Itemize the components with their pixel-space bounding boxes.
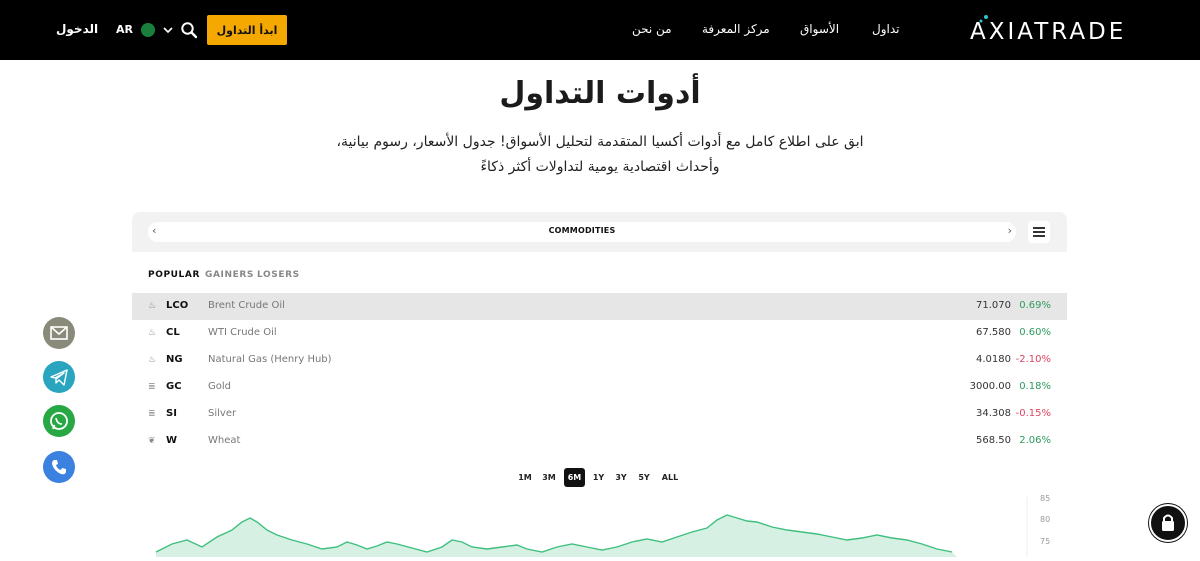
instrument-symbol: LCO xyxy=(166,300,189,311)
range-1m[interactable]: 1M xyxy=(516,468,534,487)
flame-icon: ♨ xyxy=(148,328,157,338)
table-row[interactable]: ♨ NG Natural Gas (Henry Hub) 4.0180 -2.10% xyxy=(132,347,1067,374)
instrument-change: -2.10% xyxy=(1015,354,1051,365)
flame-icon: ♨ xyxy=(148,301,157,311)
range-all[interactable]: ALL xyxy=(658,468,682,487)
logo-text: AXIATRADE xyxy=(970,19,1126,45)
y-tick-85: 85 xyxy=(1040,494,1051,503)
instrument-price: 3000.00 xyxy=(969,381,1011,392)
instrument-price: 67.580 xyxy=(976,327,1011,338)
price-area xyxy=(156,515,957,557)
table-row[interactable]: ♨ LCO Brent Crude Oil 71.070 0.69% xyxy=(132,293,1067,320)
page-subtitle: ابق على اطلاع كامل مع أدوات أكسيا المتقد… xyxy=(300,130,900,180)
instrument-symbol: SI xyxy=(166,408,177,419)
instrument-change: 0.18% xyxy=(1019,381,1051,392)
y-tick-80: 80 xyxy=(1040,515,1051,524)
instrument-name: Silver xyxy=(208,408,237,419)
price-chart-svg xyxy=(155,497,1028,557)
chevron-down-icon[interactable] xyxy=(163,25,173,35)
search-icon[interactable] xyxy=(180,21,198,39)
tab-popular[interactable]: POPULAR xyxy=(148,270,200,280)
nav-knowledge-center[interactable]: مركز المعرفة xyxy=(702,22,770,36)
table-row[interactable]: ♨ CL WTI Crude Oil 67.580 0.60% xyxy=(132,320,1067,347)
instrument-symbol: GC xyxy=(166,381,182,392)
instrument-symbol: NG xyxy=(166,354,183,365)
instrument-symbol: W xyxy=(166,435,178,446)
instrument-change: -0.15% xyxy=(1015,408,1051,419)
range-6m[interactable]: 6M xyxy=(564,468,585,487)
telegram-icon xyxy=(50,369,68,386)
instrument-change: 2.06% xyxy=(1019,435,1051,446)
y-tick-75: 75 xyxy=(1040,537,1051,546)
widget-header: ‹ COMMODITIES › xyxy=(132,212,1067,252)
page-title: أدوات التداول xyxy=(499,76,701,111)
tab-losers[interactable]: LOSERS xyxy=(257,270,300,280)
saudi-flag-icon[interactable] xyxy=(141,23,155,37)
nav-trade[interactable]: تداول xyxy=(872,22,900,36)
login-link[interactable]: الدخول xyxy=(56,22,98,36)
nav-about-us[interactable]: من نحن xyxy=(632,22,672,36)
bars-icon: ≣ xyxy=(148,382,156,392)
table-row[interactable]: ❦ W Wheat 568.50 2.06% xyxy=(132,428,1067,455)
range-1y[interactable]: 1Y xyxy=(591,468,606,487)
start-trading-button[interactable]: ابدأ التداول xyxy=(207,15,287,45)
phone-icon xyxy=(52,460,66,475)
range-5y[interactable]: 5Y xyxy=(636,468,652,487)
tab-gainers[interactable]: GAINERS xyxy=(205,270,254,280)
envelope-icon xyxy=(50,326,68,340)
instrument-name: WTI Crude Oil xyxy=(208,327,277,338)
instrument-price: 71.070 xyxy=(976,300,1011,311)
range-3m[interactable]: 3M xyxy=(540,468,558,487)
language-selector[interactable]: AR xyxy=(116,23,133,36)
market-widget: ‹ COMMODITIES › POPULAR GAINERS LOSERS ♨… xyxy=(132,212,1067,557)
chat-widget-button[interactable] xyxy=(1149,504,1187,542)
instrument-price: 34.308 xyxy=(976,408,1011,419)
email-button[interactable] xyxy=(43,317,75,349)
subtitle-line-1: ابق على اطلاع كامل مع أدوات أكسيا المتقد… xyxy=(336,134,864,150)
price-chart[interactable]: 85 80 75 xyxy=(132,492,1067,557)
axiatrade-logo[interactable]: AXIATRADE xyxy=(968,12,1138,46)
instrument-name: Gold xyxy=(208,381,231,392)
instrument-change: 0.60% xyxy=(1019,327,1051,338)
chevron-right-icon[interactable]: › xyxy=(1008,224,1012,237)
table-row[interactable]: ≣ SI Silver 34.308 -0.15% xyxy=(132,401,1067,428)
instrument-price: 568.50 xyxy=(976,435,1011,446)
flame-icon: ♨ xyxy=(148,355,157,365)
category-selector[interactable]: ‹ COMMODITIES › xyxy=(148,222,1016,242)
phone-button[interactable] xyxy=(43,451,75,483)
instrument-name: Natural Gas (Henry Hub) xyxy=(208,354,332,365)
instrument-price: 4.0180 xyxy=(976,354,1011,365)
subtitle-line-2: وأحداث اقتصادية يومية لتداولات أكثر ذكاء… xyxy=(480,159,720,175)
list-view-icon[interactable] xyxy=(1028,221,1050,243)
lock-icon xyxy=(1162,514,1174,531)
whatsapp-icon xyxy=(50,412,68,430)
nav-markets[interactable]: الأسواق xyxy=(800,22,839,36)
top-navbar: AXIATRADE تداول الأسواق مركز المعرفة من … xyxy=(0,0,1200,60)
bars-icon: ≣ xyxy=(148,409,156,419)
instrument-name: Brent Crude Oil xyxy=(208,300,285,311)
category-label: COMMODITIES xyxy=(548,226,616,235)
range-3y[interactable]: 3Y xyxy=(612,468,630,487)
table-row[interactable]: ≣ GC Gold 3000.00 0.18% xyxy=(132,374,1067,401)
telegram-button[interactable] xyxy=(43,361,75,393)
instrument-name: Wheat xyxy=(208,435,241,446)
whatsapp-button[interactable] xyxy=(43,405,75,437)
wheat-icon: ❦ xyxy=(148,436,156,446)
instrument-symbol: CL xyxy=(166,327,180,338)
instrument-change: 0.69% xyxy=(1019,300,1051,311)
